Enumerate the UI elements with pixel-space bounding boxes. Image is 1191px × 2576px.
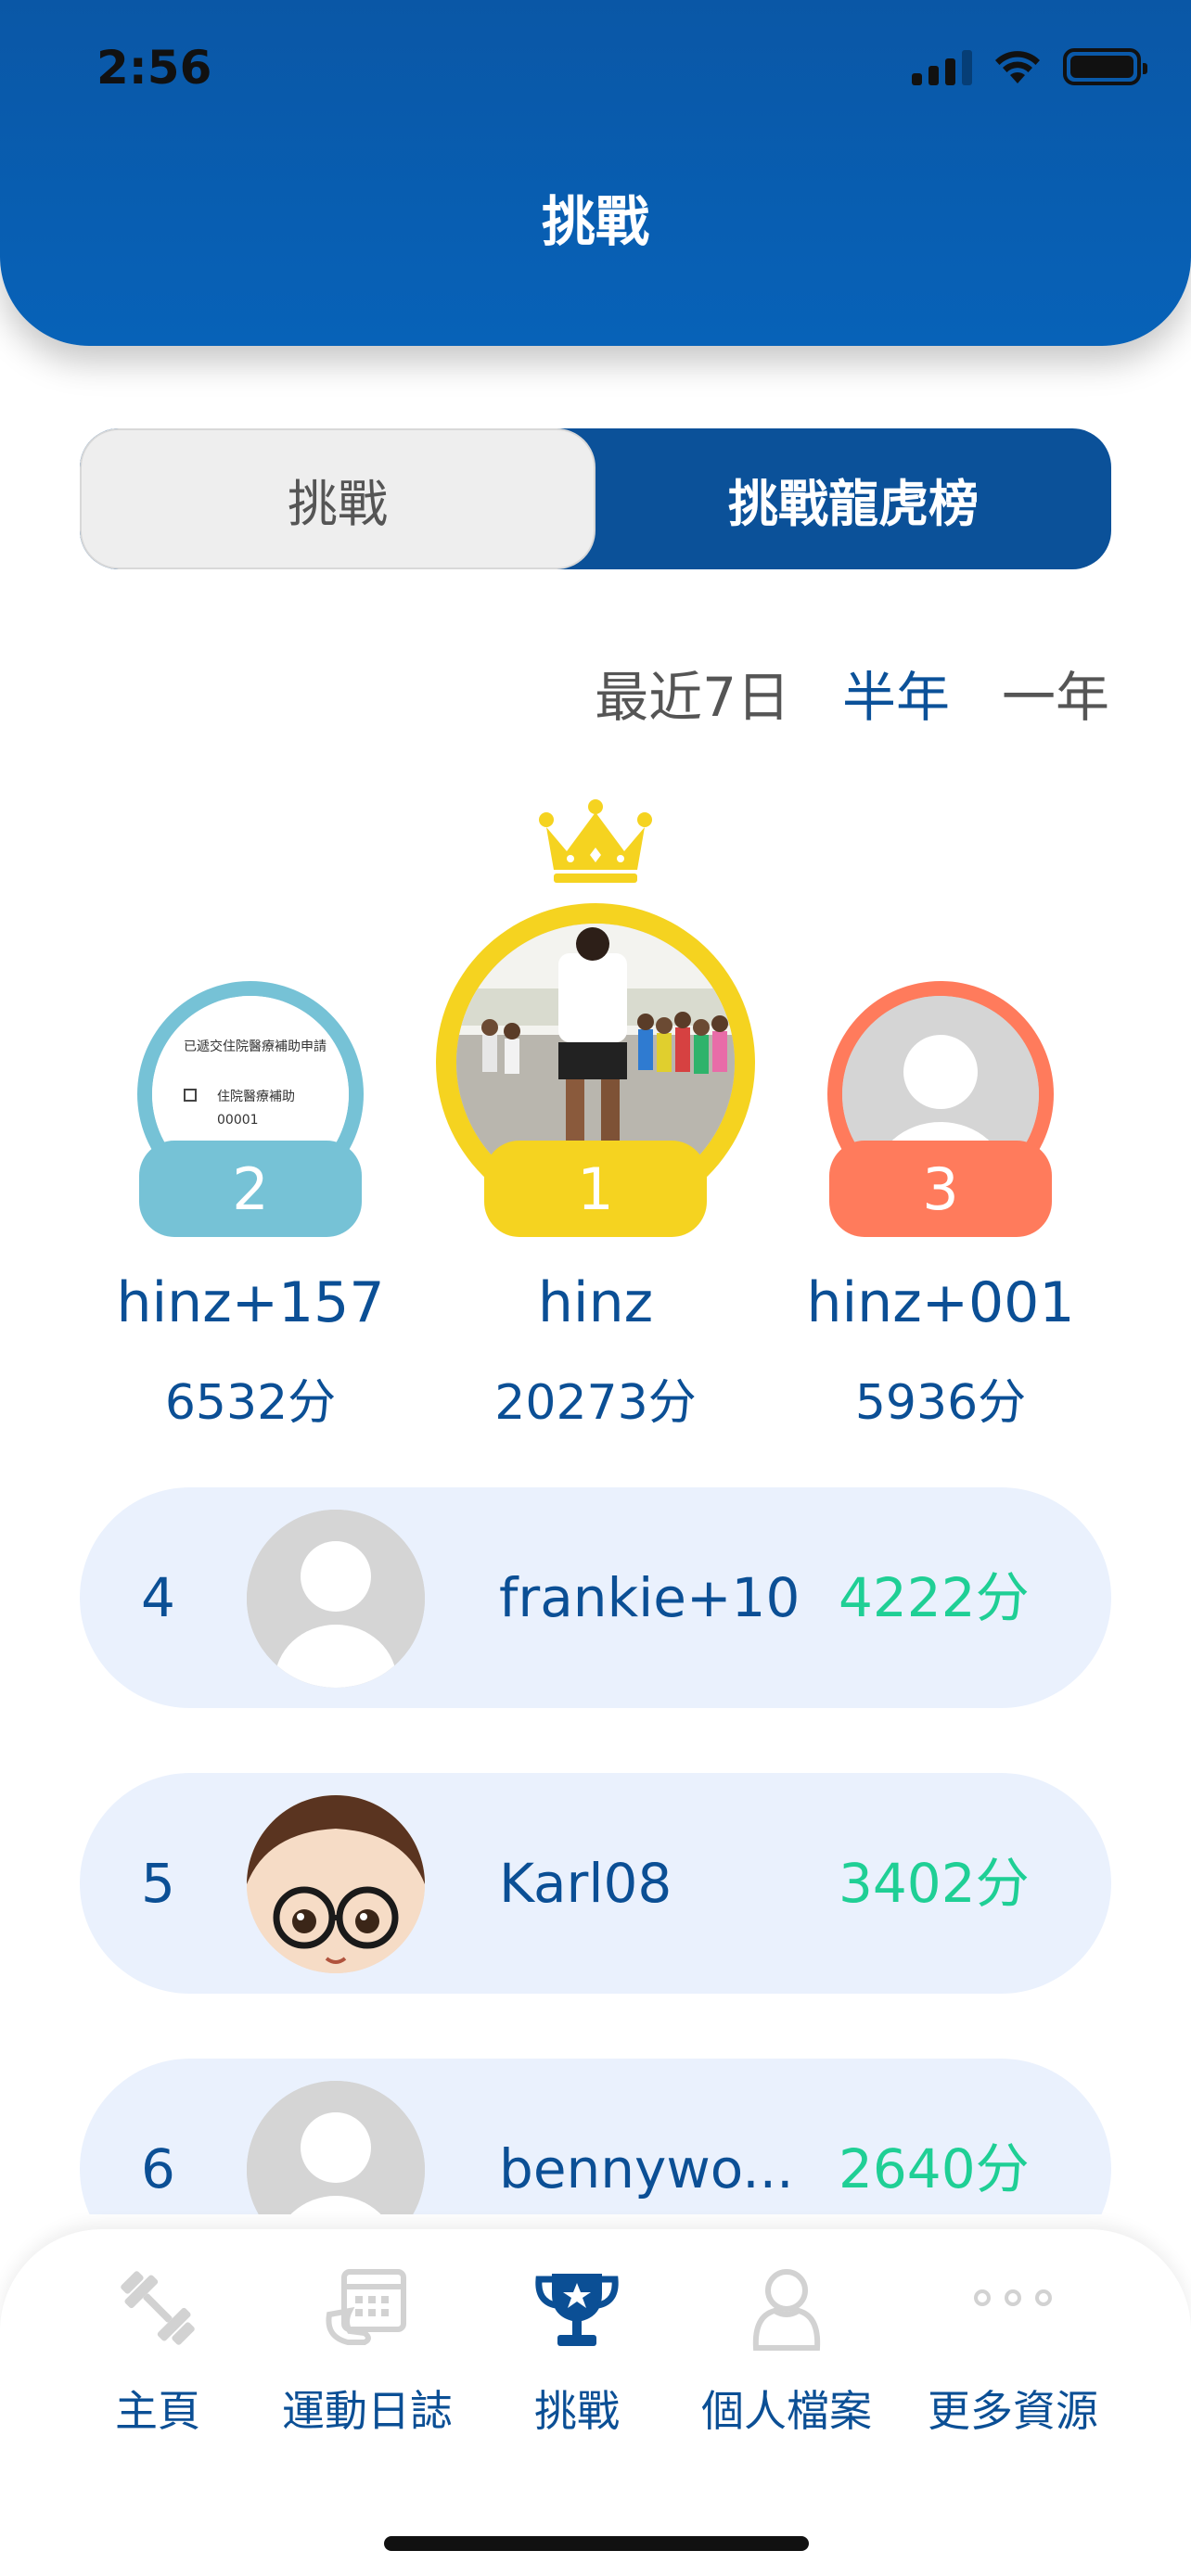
crown-icon — [539, 799, 652, 883]
ranking-row[interactable]: 6 bennywo... 2640分 — [80, 2059, 1111, 2214]
segment-challenge[interactable]: 挑戰 — [80, 428, 596, 569]
podium-second-score: 6532分 — [164, 1375, 337, 1431]
default-avatar — [247, 2081, 425, 2214]
ranking-row[interactable]: 5 Karl08 3402分 — [80, 1773, 1111, 1994]
doc-text-line: 已遞交住院醫療補助申請 — [184, 1039, 327, 1054]
podium-first-score: 20273分 — [494, 1375, 697, 1431]
row-rank: 6 — [141, 2137, 175, 2200]
wifi-icon — [995, 51, 1040, 83]
row-name: Karl08 — [499, 1852, 672, 1915]
rank-badge-2: 2 — [139, 1141, 362, 1237]
tab-home-label: 主頁 — [115, 2386, 200, 2436]
cellular-signal-icon — [912, 48, 972, 85]
page-title: 挑戰 — [541, 190, 649, 253]
app-header: 2:56 挑戰 — [0, 0, 1191, 346]
trophy-icon — [535, 2274, 619, 2346]
rank-badge-1: 1 — [484, 1141, 707, 1237]
status-icons — [912, 48, 1147, 85]
podium-first-name: hinz — [537, 1270, 654, 1335]
bottom-tab-bar: 主頁 運動日誌 挑戰 個人檔案 更多資源 — [0, 2229, 1191, 2576]
cartoon-avatar — [247, 1795, 425, 1973]
row-score: 3402分 — [839, 1852, 1030, 1915]
podium-third-name: hinz+001 — [806, 1270, 1075, 1335]
doc-text-line: 00001 — [217, 1113, 259, 1128]
podium-third-score: 5936分 — [854, 1375, 1027, 1431]
home-indicator[interactable] — [384, 2536, 809, 2551]
period-filter: 最近7日 半年 一年 — [595, 654, 1109, 732]
row-name: frankie+10 — [499, 1566, 800, 1629]
period-one-year[interactable]: 一年 — [1002, 654, 1109, 732]
doc-text-line: 住院醫療補助 — [217, 1090, 295, 1104]
battery-icon — [1063, 48, 1147, 85]
row-score: 4222分 — [839, 1566, 1030, 1629]
calendar-log-icon — [326, 2269, 406, 2345]
row-rank: 5 — [141, 1852, 175, 1915]
tab-profile-label: 個人檔案 — [701, 2386, 872, 2436]
row-rank: 4 — [141, 1566, 175, 1629]
segment-control: 挑戰 挑戰龍虎榜 — [80, 428, 1111, 569]
rank-badge-3: 3 — [829, 1141, 1052, 1237]
ranking-list[interactable]: 4 frankie+10 4222分 5 Karl08 3402分 6 benn… — [0, 1465, 1191, 2214]
status-time: 2:56 — [96, 41, 212, 95]
dumbbell-icon — [121, 2271, 195, 2345]
period-half-year[interactable]: 半年 — [842, 654, 950, 732]
podium-second-name: hinz+157 — [116, 1270, 385, 1335]
tab-challenge-label: 挑戰 — [534, 2386, 620, 2436]
segment-leaderboard[interactable]: 挑戰龍虎榜 — [596, 428, 1111, 569]
ranking-row[interactable]: 4 frankie+10 4222分 — [80, 1487, 1111, 1708]
tab-more-resources-label: 更多資源 — [928, 2386, 1098, 2436]
row-score: 2640分 — [839, 2137, 1030, 2200]
period-7days[interactable]: 最近7日 — [595, 654, 790, 732]
row-name: bennywo... — [499, 2137, 794, 2200]
tab-exercise-log-label: 運動日誌 — [282, 2386, 453, 2436]
person-icon — [752, 2269, 821, 2351]
default-avatar — [247, 1510, 425, 1688]
more-dots-icon — [974, 2289, 1052, 2306]
